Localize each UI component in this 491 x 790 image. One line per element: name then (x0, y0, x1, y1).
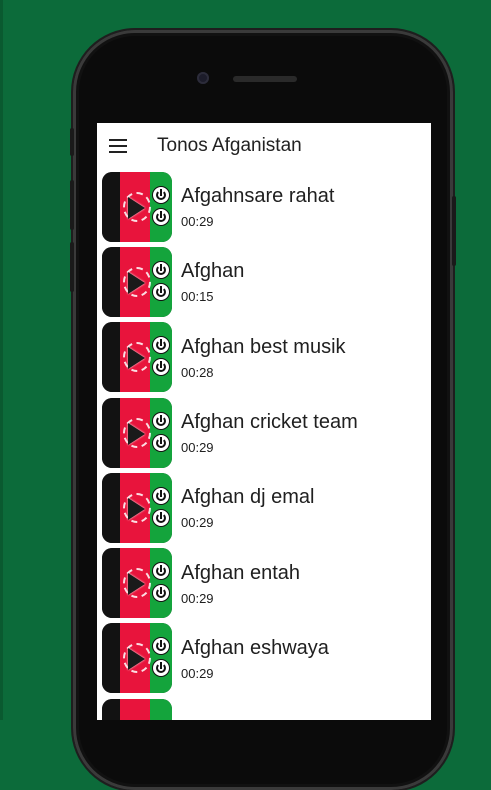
ringtone-title: Afghan best musik (181, 335, 346, 358)
volume-down-button (70, 242, 74, 292)
flag-thumbnail[interactable] (102, 472, 172, 543)
power-icon[interactable] (153, 261, 169, 278)
ringtone-title: Afghan cricket team (181, 411, 358, 434)
flag-thumbnail[interactable] (102, 246, 172, 317)
ringtone-duration: 00:29 (181, 590, 214, 606)
mute-switch (70, 128, 74, 156)
ringtone-duration: 00:29 (181, 214, 214, 230)
ringtone-duration: 00:29 (181, 665, 214, 681)
ringtone-duration: 00:29 (181, 515, 214, 531)
earpiece-speaker (233, 76, 297, 82)
ringtone-duration: 00:15 (181, 289, 214, 305)
flag-thumbnail[interactable] (102, 322, 172, 393)
power-icon[interactable] (153, 283, 169, 300)
flag-thumbnail[interactable] (102, 397, 172, 468)
power-icon[interactable] (153, 186, 169, 203)
ringtone-title: Afghan eshwaya (181, 636, 329, 659)
ringtone-title: Afghan dj emal (181, 486, 315, 509)
ringtone-duration: 00:28 (181, 364, 214, 380)
hamburger-icon[interactable] (109, 139, 127, 153)
ringtone-duration: 00:29 (181, 440, 214, 456)
flag-thumbnail[interactable] (102, 548, 172, 619)
power-icon[interactable] (153, 585, 169, 602)
list-item-partial[interactable] (97, 696, 431, 720)
power-icon[interactable] (153, 563, 169, 580)
play-icon[interactable] (128, 573, 145, 596)
app-bar: Tonos Afganistan (97, 123, 431, 169)
play-icon[interactable] (128, 648, 145, 671)
background-stripe (0, 0, 3, 720)
play-icon[interactable] (128, 497, 145, 520)
ringtone-list: Afgahnsare rahat 00:29 Afghan 00:15 Afgh… (97, 169, 431, 720)
power-icon[interactable] (153, 487, 169, 504)
flag-thumbnail[interactable] (102, 623, 172, 694)
play-icon[interactable] (128, 271, 145, 294)
list-item[interactable]: Afghan cricket team 00:29 (97, 395, 431, 470)
power-icon[interactable] (153, 208, 169, 225)
list-item[interactable]: Afghan dj emal 00:29 (97, 470, 431, 545)
ringtone-title: Afghan entah (181, 561, 300, 584)
ringtone-title: Afgahnsare rahat (181, 185, 335, 208)
front-camera (197, 72, 209, 84)
play-icon[interactable] (128, 196, 145, 219)
power-icon[interactable] (153, 434, 169, 451)
list-item[interactable]: Afgahnsare rahat 00:29 (97, 169, 431, 244)
list-item[interactable]: Afghan eshwaya 00:29 (97, 621, 431, 696)
power-icon[interactable] (153, 412, 169, 429)
power-button (452, 196, 456, 266)
power-icon[interactable] (153, 509, 169, 526)
play-icon[interactable] (128, 347, 145, 370)
app-title: Tonos Afganistan (157, 135, 302, 156)
app-screen: Tonos Afganistan Afgahnsare rahat 00:29 (97, 123, 431, 720)
flag-thumbnail[interactable] (102, 698, 172, 720)
list-item[interactable]: Afghan 00:15 (97, 244, 431, 319)
play-icon[interactable] (128, 422, 145, 445)
list-item[interactable]: Afghan entah 00:29 (97, 545, 431, 620)
flag-thumbnail[interactable] (102, 171, 172, 242)
ringtone-title: Afghan (181, 260, 245, 283)
list-item[interactable]: Afghan best musik 00:28 (97, 320, 431, 395)
volume-up-button (70, 180, 74, 230)
